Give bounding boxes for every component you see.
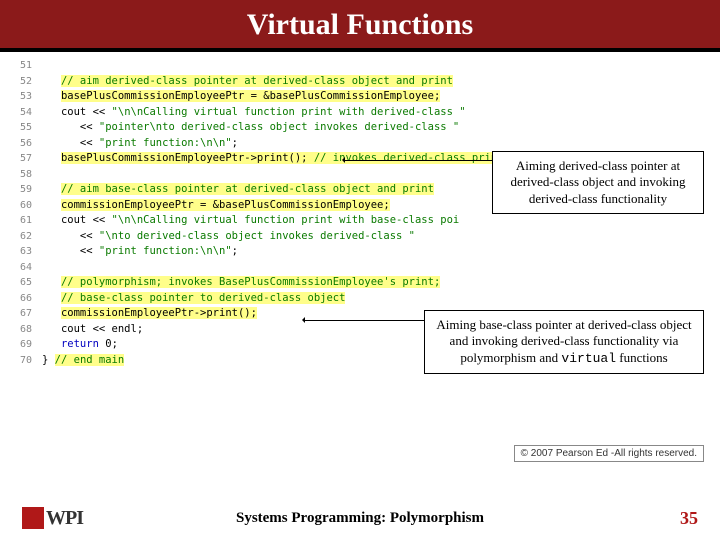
line-body: cout << "\n\nCalling virtual function pr… (42, 213, 459, 229)
code-line: 55 << "pointer\nto derived-class object … (8, 120, 712, 136)
slide-header: Virtual Functions (0, 0, 720, 52)
line-body: // base-class pointer to derived-class o… (42, 291, 345, 307)
code-line: 54 cout << "\n\nCalling virtual function… (8, 105, 712, 121)
logo-text: WPI (46, 507, 83, 530)
line-number: 53 (8, 89, 32, 105)
footer-title: Systems Programming: Polymorphism (236, 510, 484, 527)
code-line: 62 << "\nto derived-class object invokes… (8, 229, 712, 245)
callout-derived-pointer: Aiming derived-class pointer at derived-… (492, 151, 704, 214)
code-line: 63 << "print function:\n\n"; (8, 244, 712, 260)
line-number: 64 (8, 260, 32, 276)
line-number: 63 (8, 244, 32, 260)
line-number: 61 (8, 213, 32, 229)
line-number: 59 (8, 182, 32, 198)
code-line: 52 // aim derived-class pointer at deriv… (8, 74, 712, 90)
page-number: 35 (680, 508, 698, 529)
code-line: 61 cout << "\n\nCalling virtual function… (8, 213, 712, 229)
line-body: // aim derived-class pointer at derived-… (42, 74, 453, 90)
line-number: 60 (8, 198, 32, 214)
line-number: 56 (8, 136, 32, 152)
wpi-logo: WPI (22, 507, 83, 530)
line-body: cout << endl; (42, 322, 143, 338)
code-line: 53 basePlusCommissionEmployeePtr = &base… (8, 89, 712, 105)
code-line: 56 << "print function:\n\n"; (8, 136, 712, 152)
arrow-icon (345, 160, 493, 161)
code-line: 65 // polymorphism; invokes BasePlusComm… (8, 275, 712, 291)
line-body: basePlusCommissionEmployeePtr = &basePlu… (42, 89, 440, 105)
line-number: 57 (8, 151, 32, 167)
callout-text: Aiming derived-class pointer at derived-… (510, 158, 685, 206)
line-number: 52 (8, 74, 32, 90)
line-body: return 0; (42, 337, 118, 353)
line-body: // aim base-class pointer at derived-cla… (42, 182, 434, 198)
copyright-notice: © 2007 Pearson Ed -All rights reserved. (514, 445, 704, 462)
callout-text-post: functions (616, 350, 668, 365)
line-body: << "print function:\n\n"; (42, 136, 238, 152)
callout-code: virtual (561, 351, 616, 366)
line-number: 66 (8, 291, 32, 307)
arrow-icon (305, 320, 425, 321)
line-body: commissionEmployeePtr->print(); (42, 306, 257, 322)
callout-base-pointer: Aiming base-class pointer at derived-cla… (424, 310, 704, 374)
code-line: 66 // base-class pointer to derived-clas… (8, 291, 712, 307)
line-number: 54 (8, 105, 32, 121)
line-number: 67 (8, 306, 32, 322)
code-line: 51 (8, 58, 712, 74)
code-line: 64 (8, 260, 712, 276)
line-number: 55 (8, 120, 32, 136)
line-number: 51 (8, 58, 32, 74)
line-body: << "print function:\n\n"; (42, 244, 238, 260)
line-body: basePlusCommissionEmployeePtr->print(); … (42, 151, 504, 167)
line-number: 70 (8, 353, 32, 369)
line-number: 58 (8, 167, 32, 183)
slide-footer: WPI Systems Programming: Polymorphism 35 (0, 496, 720, 540)
line-number: 69 (8, 337, 32, 353)
line-body: // polymorphism; invokes BasePlusCommiss… (42, 275, 440, 291)
line-body: << "\nto derived-class object invokes de… (42, 229, 415, 245)
line-number: 68 (8, 322, 32, 338)
line-body: } // end main (42, 353, 124, 369)
line-number: 65 (8, 275, 32, 291)
line-body: << "pointer\nto derived-class object inv… (42, 120, 459, 136)
line-body: cout << "\n\nCalling virtual function pr… (42, 105, 466, 121)
line-body: commissionEmployeePtr = &basePlusCommiss… (42, 198, 390, 214)
logo-mark (22, 507, 44, 529)
line-number: 62 (8, 229, 32, 245)
slide-title: Virtual Functions (0, 8, 720, 42)
